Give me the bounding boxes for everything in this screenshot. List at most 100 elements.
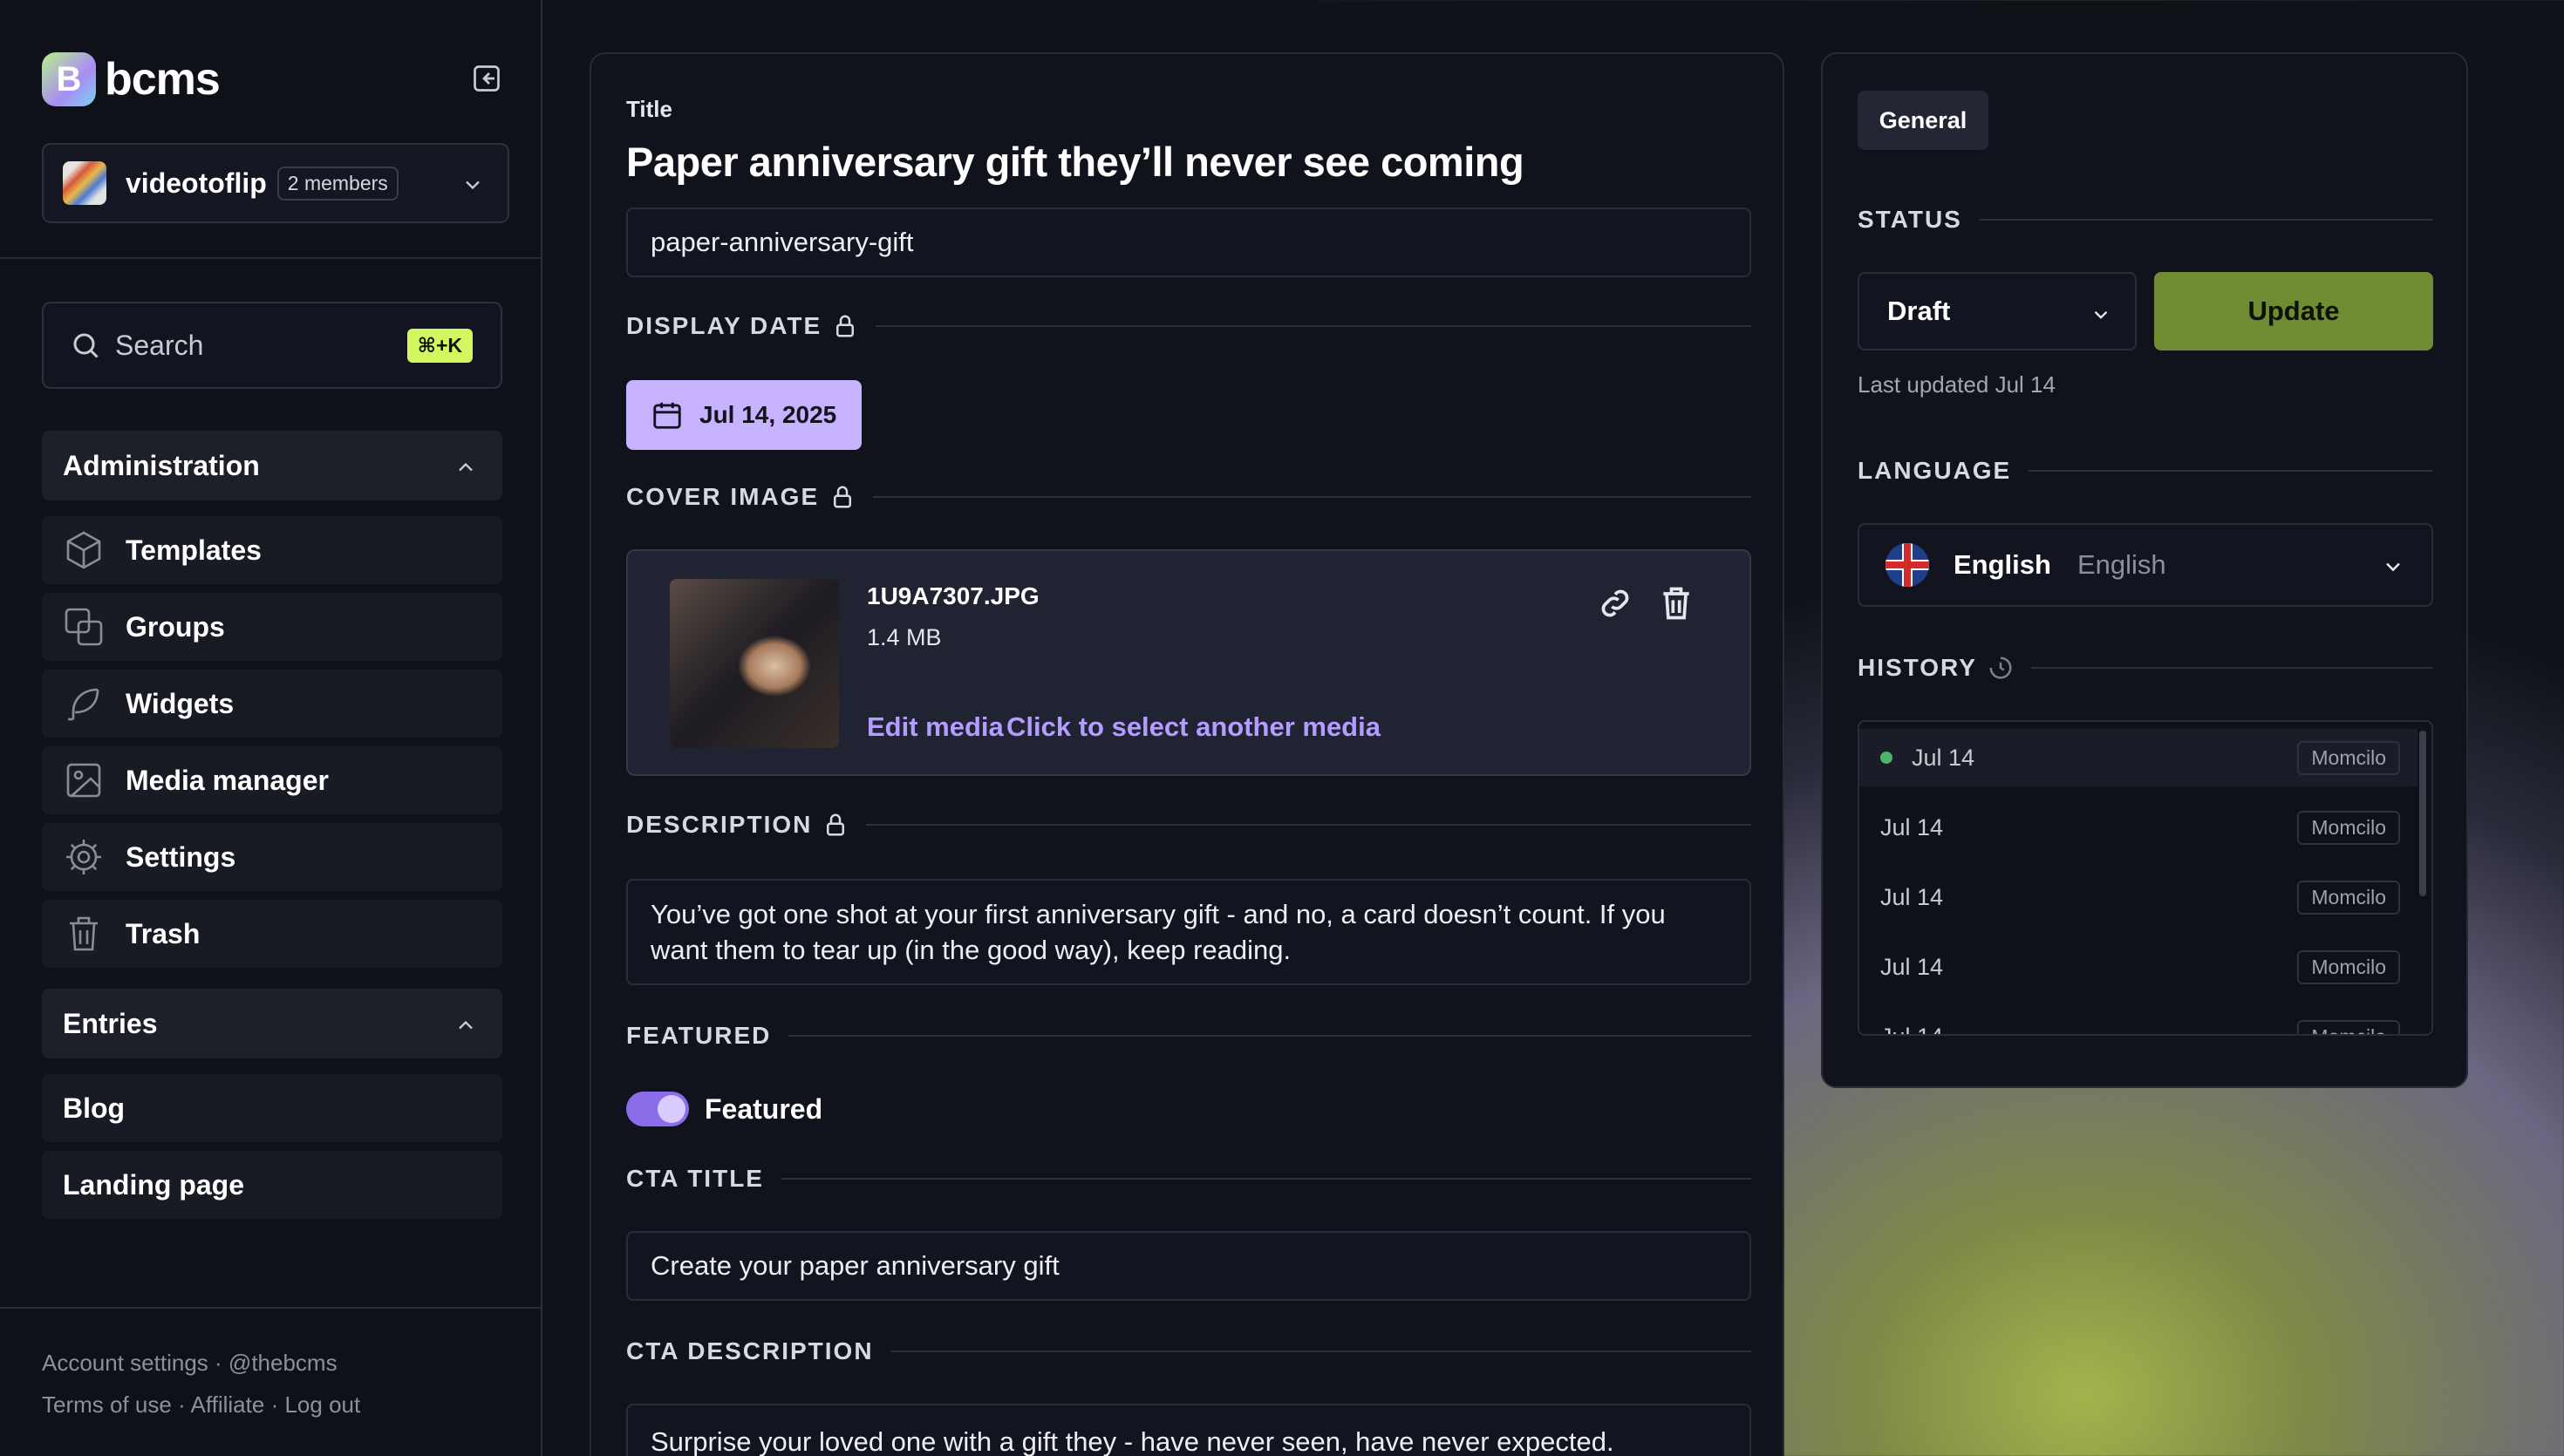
tab-general[interactable]: General: [1858, 91, 1988, 150]
administration-section[interactable]: Administration: [42, 431, 502, 500]
workspace-switcher[interactable]: videotoflip 2 members: [42, 143, 509, 223]
history-date: Jul 14: [1880, 953, 1944, 980]
cta-description-textarea[interactable]: Surprise your loved one with a gift they…: [626, 1404, 1751, 1456]
trash-icon: [70, 916, 98, 951]
terms-link[interactable]: Terms of use: [42, 1391, 172, 1418]
sidebar-item-label: Groups: [126, 610, 225, 643]
cube-icon: [66, 531, 101, 569]
description-textarea[interactable]: You’ve got one shot at your first annive…: [626, 879, 1751, 985]
section-label: DESCRIPTION: [626, 811, 813, 838]
media-size: 1.4 MB: [867, 624, 942, 650]
update-button[interactable]: Update: [2154, 272, 2433, 350]
section-label: COVER IMAGE: [626, 483, 820, 510]
section-label: DISPLAY DATE: [626, 312, 822, 339]
footer-separator: ·: [178, 1391, 186, 1418]
lock-icon: [836, 315, 855, 337]
history-scrollbar[interactable]: [2419, 731, 2426, 896]
entry-title[interactable]: Paper anniversary gift they’ll never see…: [626, 138, 1524, 186]
divider: [0, 257, 542, 259]
description-section: DESCRIPTION: [626, 811, 1751, 839]
edit-media-link[interactable]: Edit media: [867, 711, 1004, 743]
divider: [873, 496, 1751, 498]
divider: [781, 1178, 1751, 1180]
sidebar-item-label: Blog: [63, 1092, 126, 1124]
display-date-section: DISPLAY DATE: [626, 312, 1751, 340]
trash-icon[interactable]: [1657, 584, 1695, 623]
sidebar-item-trash[interactable]: Trash: [42, 900, 502, 968]
account-settings-link[interactable]: Account settings: [42, 1350, 208, 1376]
members-badge: 2 members: [276, 166, 399, 201]
sidebar-item-templates[interactable]: Templates: [42, 516, 502, 584]
footer-row-2: Terms of use · Affiliate · Log out: [42, 1391, 360, 1419]
featured-toggle[interactable]: [626, 1092, 689, 1126]
history-row[interactable]: Jul 14 Momcilo: [1859, 1008, 2417, 1034]
groups-icon: [65, 608, 103, 646]
logo[interactable]: B bcms: [42, 52, 221, 106]
sidebar-item-media-manager[interactable]: Media manager: [42, 746, 502, 814]
history-row[interactable]: Jul 14 Momcilo: [1859, 868, 2417, 926]
entries-section[interactable]: Entries: [42, 989, 502, 1058]
select-media-link[interactable]: Click to select another media: [1006, 711, 1381, 743]
history-row[interactable]: Jul 14 Momcilo: [1859, 729, 2417, 786]
history-date: Jul 14: [1880, 813, 1944, 840]
media-filename: 1U9A7307.JPG: [867, 582, 1040, 609]
slug-input[interactable]: paper-anniversary-gift: [626, 208, 1751, 277]
history-author: Momcilo: [2297, 740, 2400, 775]
chevron-up-icon: [459, 462, 473, 472]
lock-icon: [834, 486, 852, 508]
footer-row-1: Account settings · @thebcms: [42, 1350, 338, 1377]
history-author: Momcilo: [2297, 949, 2400, 984]
sidebar-item-blog[interactable]: Blog: [42, 1074, 502, 1142]
workspace-avatar: [63, 161, 106, 205]
lock-icon: [827, 813, 845, 836]
section-label: CTA TITLE: [626, 1165, 764, 1192]
cta-title-input[interactable]: Create your paper anniversary gift: [626, 1231, 1751, 1301]
search-input[interactable]: Search ⌘+K: [42, 302, 502, 389]
history-section: HISTORY: [1858, 654, 2433, 682]
featured-section: FEATURED: [626, 1022, 1751, 1050]
entries-title: Entries: [63, 1007, 158, 1039]
history-author: Momcilo: [2297, 810, 2400, 845]
language-select[interactable]: English English: [1858, 523, 2433, 607]
sidebar-item-settings[interactable]: Settings: [42, 823, 502, 891]
footer-separator: ·: [215, 1350, 222, 1376]
last-updated: Last updated Jul 14: [1858, 371, 2056, 398]
sidebar-item-label: Media manager: [126, 764, 329, 796]
section-label: CTA DESCRIPTION: [626, 1337, 874, 1364]
history-icon: [1989, 657, 2012, 679]
history-author: Momcilo: [2297, 1019, 2400, 1034]
history-row[interactable]: Jul 14 Momcilo: [1859, 799, 2417, 856]
sidebar-item-label: Templates: [126, 534, 262, 566]
divider: [2029, 470, 2433, 472]
sidebar-item-groups[interactable]: Groups: [42, 593, 502, 661]
display-date-value: Jul 14, 2025: [699, 401, 837, 428]
collapse-sidebar-icon[interactable]: [471, 63, 502, 94]
chevron-down-icon: [2094, 310, 2108, 319]
image-icon: [66, 763, 101, 798]
history-list[interactable]: Jul 14 Momcilo Jul 14 Momcilo Jul 14 Mom…: [1858, 720, 2433, 1036]
status-select[interactable]: Draft: [1858, 272, 2137, 350]
section-label: FEATURED: [626, 1022, 772, 1049]
divider: [876, 325, 1751, 327]
display-date-picker[interactable]: Jul 14, 2025: [626, 380, 862, 450]
sidebar-item-widgets[interactable]: Widgets: [42, 670, 502, 738]
divider: [2030, 667, 2433, 669]
chevron-up-icon: [459, 1020, 473, 1030]
affiliate-link[interactable]: Affiliate: [191, 1391, 265, 1418]
cta-description-value: Surprise your loved one with a gift they…: [651, 1426, 1614, 1456]
logo-text: bcms: [105, 54, 221, 105]
cover-image-thumbnail[interactable]: [670, 579, 839, 748]
link-icon[interactable]: [1596, 584, 1634, 623]
history-row[interactable]: Jul 14 Momcilo: [1859, 938, 2417, 996]
language-name: English: [1954, 549, 2051, 580]
section-label: HISTORY: [1858, 654, 1977, 681]
cta-title-value: Create your paper anniversary gift: [651, 1250, 1060, 1281]
logout-link[interactable]: Log out: [284, 1391, 360, 1418]
cta-title-section: CTA TITLE: [626, 1165, 1751, 1193]
handle-link[interactable]: @thebcms: [228, 1350, 338, 1376]
entry-editor: Title Paper anniversary gift they’ll nev…: [590, 52, 1784, 1456]
search-icon: [73, 333, 99, 358]
sidebar-item-label: Settings: [126, 840, 236, 873]
sidebar-item-landing-page[interactable]: Landing page: [42, 1151, 502, 1219]
cover-image-card: 1U9A7307.JPG 1.4 MB Edit media Click to …: [626, 549, 1751, 776]
